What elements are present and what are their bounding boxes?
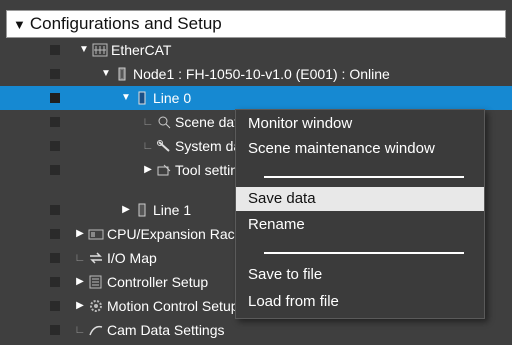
context-menu: Monitor window Scene maintenance window … [235, 109, 485, 319]
tree-item-cam-data[interactable]: ∟ Cam Data Settings [0, 318, 512, 342]
tree-item-label: EtherCAT [111, 42, 172, 58]
status-square [50, 325, 60, 335]
section-title: Configurations and Setup [29, 14, 222, 33]
tree-item-label: Line 1 [153, 202, 192, 218]
cpu-rack-icon [88, 227, 104, 241]
status-square [50, 69, 60, 79]
tool-icon [156, 163, 172, 177]
controller-setup-icon [88, 275, 104, 289]
status-square [50, 93, 60, 103]
ethercat-icon [92, 43, 108, 57]
tree-item-label: CPU/Expansion Racks [107, 226, 249, 242]
status-square [50, 141, 60, 151]
configurations-header[interactable]: ▼ Configurations and Setup [6, 10, 506, 38]
status-square [50, 301, 60, 311]
expand-arrow-icon[interactable]: ▶ [74, 270, 86, 294]
line-icon [134, 203, 150, 217]
scene-icon [156, 115, 172, 129]
tree-item-line-0[interactable]: ▼ Line 0 [0, 86, 512, 110]
wrench-icon [156, 139, 172, 153]
line-icon [134, 91, 150, 105]
expand-arrow-icon[interactable]: ▶ [120, 198, 132, 222]
tree-connector: ∟ [74, 252, 86, 264]
tree-item-label: I/O Map [107, 250, 157, 266]
motion-control-icon [88, 299, 104, 313]
io-map-icon [88, 251, 104, 265]
menu-item-scene-maintenance-window[interactable]: Scene maintenance window [236, 137, 484, 161]
expand-arrow-icon[interactable]: ▼ [100, 62, 112, 86]
tree-connector: ∟ [74, 324, 86, 336]
menu-item-save-to-file[interactable]: Save to file [236, 263, 484, 287]
cam-data-icon [88, 323, 104, 337]
status-square [50, 229, 60, 239]
expand-arrow-icon[interactable]: ▶ [74, 222, 86, 246]
tree-item-label: Controller Setup [107, 274, 209, 290]
expand-arrow-icon[interactable]: ▼ [120, 86, 132, 110]
menu-item-load-from-file[interactable]: Load from file [236, 290, 484, 314]
menu-item-rename[interactable]: Rename [236, 213, 484, 237]
expand-arrow-icon[interactable]: ▶ [142, 158, 154, 182]
status-square [50, 205, 60, 215]
tree-item-node1[interactable]: ▼ Node1 : FH-1050-10-v1.0 (E001) : Onlin… [0, 62, 512, 86]
tree-item-label: Cam Data Settings [107, 322, 225, 338]
status-square [50, 253, 60, 263]
status-square [50, 277, 60, 287]
tree-connector: ∟ [142, 116, 154, 128]
tree-connector: ∟ [142, 140, 154, 152]
tree-item-label: Node1 : FH-1050-10-v1.0 (E001) : Online [133, 66, 390, 82]
node-device-icon [114, 67, 130, 81]
status-square [50, 45, 60, 55]
menu-separator [264, 176, 464, 178]
expand-arrow-icon[interactable]: ▼ [78, 38, 90, 62]
status-square [50, 165, 60, 175]
tree-item-ethercat[interactable]: ▼ EtherCAT [0, 38, 512, 62]
expand-arrow-icon[interactable]: ▼ [13, 17, 26, 32]
menu-item-save-data[interactable]: Save data [236, 187, 484, 211]
tree-item-label: Line 0 [153, 90, 192, 106]
status-square [50, 117, 60, 127]
tree-item-label: Motion Control Setup [107, 298, 239, 314]
expand-arrow-icon[interactable]: ▶ [74, 294, 86, 318]
menu-item-monitor-window[interactable]: Monitor window [236, 112, 484, 136]
menu-separator [264, 252, 464, 254]
